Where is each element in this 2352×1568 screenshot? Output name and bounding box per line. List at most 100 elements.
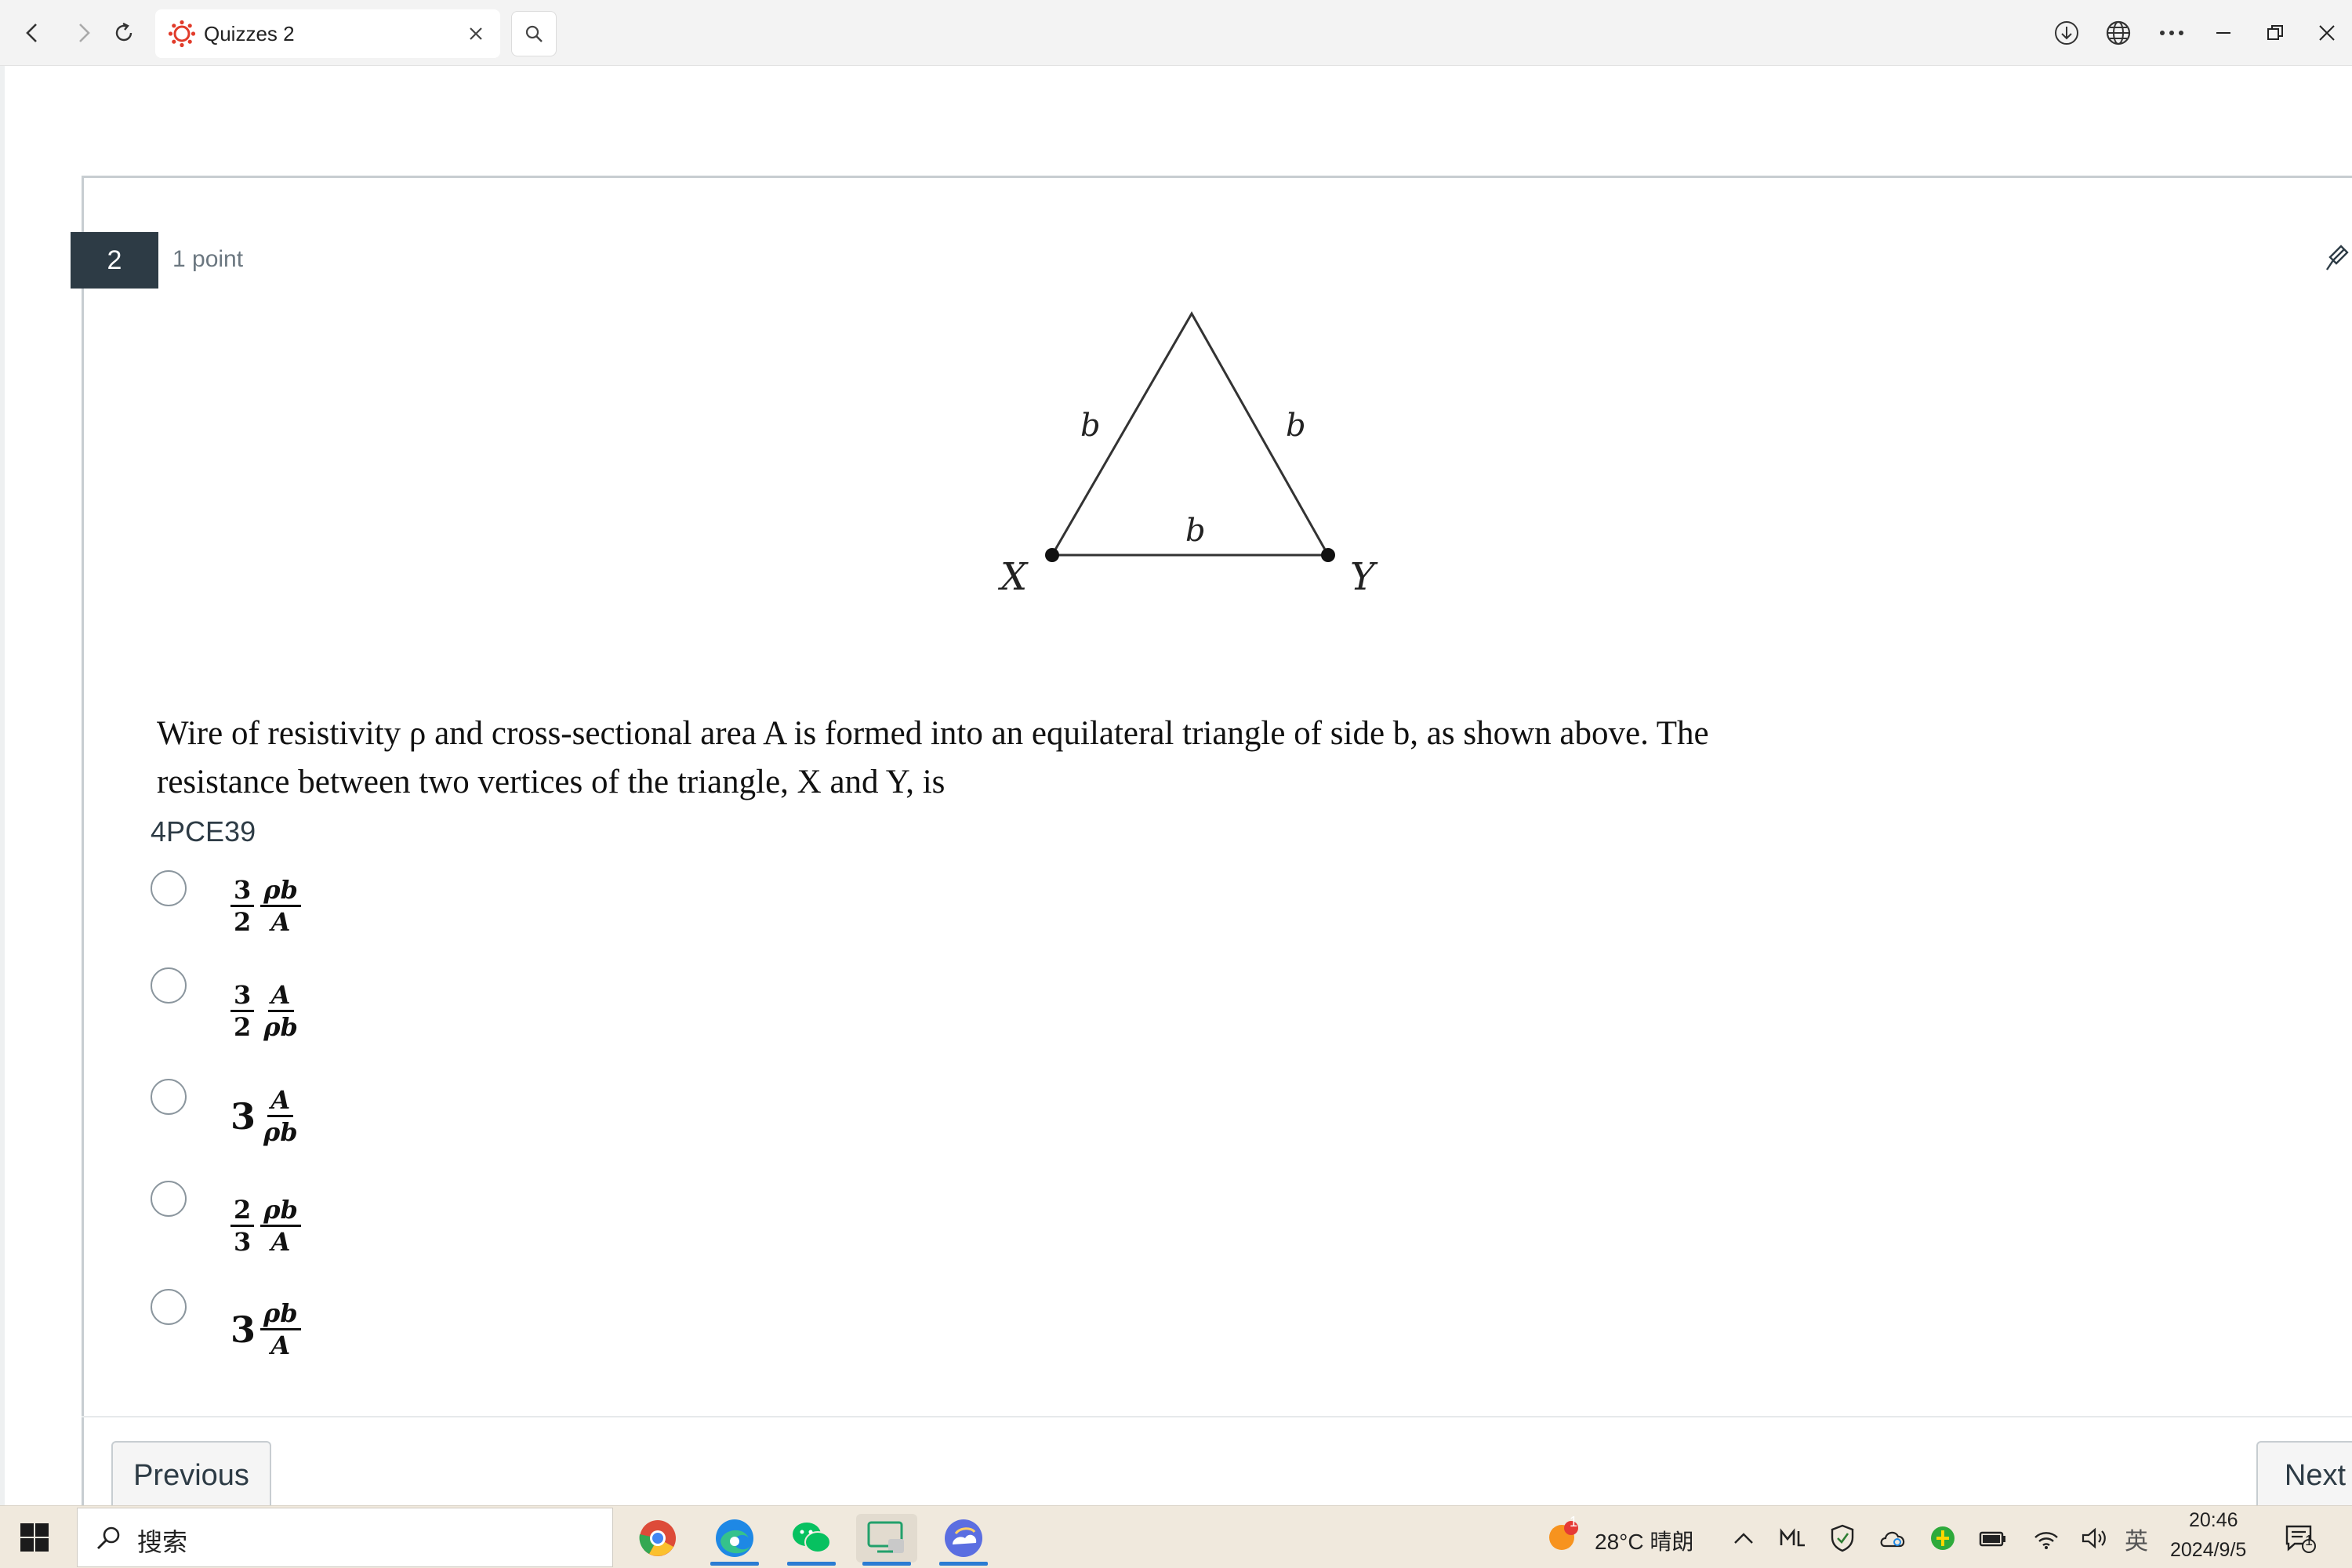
pin-icon[interactable] [2325, 240, 2352, 276]
fraction-denominator: ρb [263, 1012, 298, 1042]
back-icon[interactable] [14, 14, 52, 52]
fraction-numerator: 3 [230, 980, 255, 1012]
active-app-indicator [787, 1562, 836, 1566]
refresh-icon[interactable] [105, 14, 143, 52]
question-text: Wire of resistivity ρ and cross-sectiona… [157, 710, 2117, 807]
fraction-numerator: ρb [260, 875, 301, 907]
side-label-bottom: b [1185, 513, 1206, 549]
more-icon[interactable] [2153, 14, 2190, 52]
fraction-numerator: A [267, 980, 294, 1012]
weather-text[interactable]: 28°C 晴朗 [1595, 1525, 1693, 1556]
notification-count: 1 [2304, 1533, 2313, 1548]
answer-option-4[interactable]: 23 ρb A [151, 1181, 621, 1267]
formula: 32 ρb A [230, 875, 307, 937]
chevron-up-icon[interactable] [1728, 1523, 1759, 1553]
fraction-denominator: ρb [263, 1117, 298, 1147]
download-icon[interactable] [2048, 14, 2085, 52]
remote-desktop-icon[interactable] [856, 1514, 917, 1566]
question-code: 4PCE39 [151, 815, 256, 848]
main-fraction: Aρb [260, 1085, 301, 1147]
radio-button[interactable] [151, 1181, 187, 1217]
left-scroll-strip [0, 66, 5, 1505]
fraction-denominator: 3 [234, 1227, 252, 1257]
fraction-denominator: A [270, 1330, 291, 1360]
main-fraction: ρb A [260, 875, 301, 937]
battery-icon[interactable] [1977, 1523, 2009, 1553]
browser-tab[interactable]: Quizzes 2 [155, 9, 500, 58]
active-app-indicator [710, 1562, 759, 1566]
coefficient: 3 [230, 1094, 256, 1138]
taskbar-search-box[interactable]: 搜索 [77, 1508, 613, 1567]
question-text-line-2: resistance between two vertices of the t… [157, 764, 946, 800]
wifi-icon[interactable] [2031, 1523, 2062, 1553]
coefficient-fraction: 32 [230, 875, 255, 937]
coefficient: 3 [230, 1308, 256, 1351]
clock-date[interactable]: 2024/9/5 [2170, 1539, 2246, 1562]
formula: 3 ρb A [230, 1298, 307, 1360]
answer-option-5[interactable]: 3 ρb A [151, 1289, 621, 1375]
fraction-numerator: ρb [260, 1195, 301, 1227]
question-text-line-1: Wire of resistivity ρ and cross-sectiona… [157, 715, 1709, 752]
active-app-indicator [939, 1562, 988, 1566]
canvas-logo-icon [168, 20, 196, 48]
side-label-right: b [1286, 408, 1306, 444]
fraction-numerator: A [267, 1085, 294, 1117]
tab-search-button[interactable] [511, 11, 557, 56]
triangle-diagram [1045, 310, 1335, 562]
fraction-denominator: 2 [234, 907, 252, 937]
side-label-left: b [1080, 408, 1101, 444]
radio-button[interactable] [151, 967, 187, 1004]
search-icon [525, 25, 543, 42]
cloud-app-icon[interactable] [933, 1514, 994, 1566]
answer-option-1[interactable]: 32 ρb A [151, 869, 621, 955]
coefficient-fraction: 32 [230, 980, 255, 1042]
active-app-indicator [862, 1562, 911, 1566]
vertex-label-x: X [1000, 555, 1028, 599]
formula: 23 ρb A [230, 1195, 307, 1257]
minimize-icon[interactable] [2205, 14, 2242, 52]
fraction-numerator: 3 [230, 875, 255, 907]
weather-badge: 1 [1569, 1514, 1577, 1530]
chrome-icon[interactable] [627, 1514, 688, 1563]
search-icon [97, 1526, 120, 1549]
security-app-icon[interactable] [1927, 1523, 1958, 1553]
volume-icon[interactable] [2079, 1523, 2111, 1553]
fraction-denominator: A [270, 1227, 291, 1257]
edge-icon[interactable] [704, 1514, 765, 1566]
main-fraction: Aρb [260, 980, 301, 1042]
fraction-denominator: 2 [234, 1012, 252, 1042]
fraction-denominator: A [270, 907, 291, 937]
shield-icon[interactable] [1827, 1523, 1858, 1553]
close-icon[interactable] [2308, 14, 2346, 52]
vertex-label-y: Y [1350, 555, 1375, 599]
formula: 32 Aρb [230, 980, 307, 1042]
windows-taskbar: 搜索 1 28°C 晴朗 英 20:46 2024/9/5 1 [0, 1505, 2352, 1568]
question-number: 2 [71, 232, 158, 289]
answer-option-2[interactable]: 32 Aρb [151, 967, 621, 1054]
browser-toolbar: Quizzes 2 [0, 0, 2352, 66]
radio-button[interactable] [151, 1079, 187, 1115]
radio-button[interactable] [151, 1289, 187, 1325]
fraction-numerator: ρb [260, 1298, 301, 1330]
radio-button[interactable] [151, 870, 187, 906]
taskbar-search-placeholder: 搜索 [137, 1528, 188, 1556]
clock-time[interactable]: 20:46 [2189, 1509, 2238, 1532]
question-points: 1 point [172, 246, 244, 272]
input-method-icon[interactable] [1777, 1523, 1808, 1553]
tab-close-icon[interactable] [463, 20, 489, 47]
cloud-sync-icon[interactable] [1877, 1523, 1908, 1553]
next-button[interactable]: Next [2256, 1441, 2352, 1510]
windows-start-icon[interactable] [19, 1522, 50, 1553]
restore-icon[interactable] [2256, 14, 2294, 52]
previous-button[interactable]: Previous [111, 1441, 271, 1510]
ime-language-indicator[interactable]: 英 [2125, 1522, 2148, 1556]
vertex-y-dot [1321, 548, 1335, 562]
wechat-icon[interactable] [781, 1514, 842, 1566]
globe-icon[interactable] [2100, 14, 2137, 52]
answer-option-3[interactable]: 3 Aρb [151, 1079, 621, 1165]
tab-title: Quizzes 2 [204, 22, 295, 45]
vertex-x-dot [1045, 548, 1059, 562]
forward-icon[interactable] [64, 14, 102, 52]
fraction-numerator: 2 [230, 1195, 255, 1227]
footer-divider [82, 1416, 2352, 1417]
